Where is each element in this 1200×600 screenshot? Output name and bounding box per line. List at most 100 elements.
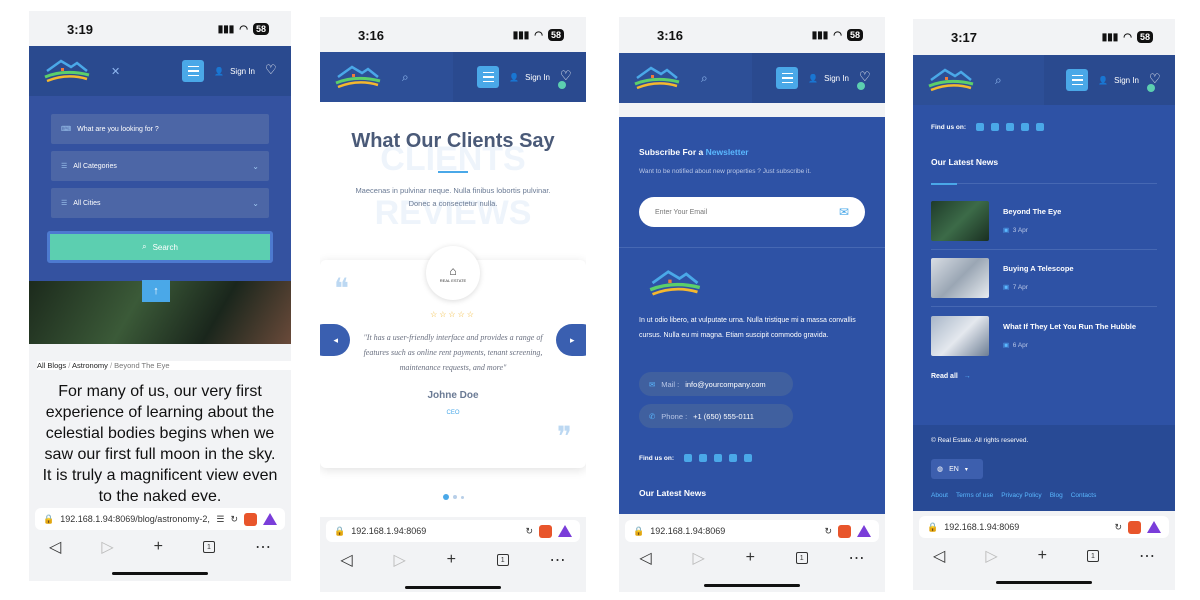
rewards-icon[interactable] <box>857 525 871 537</box>
envelope-icon[interactable]: ✉ <box>839 205 849 219</box>
signal-icon: ▮▮▮ <box>217 23 235 35</box>
youtube-icon[interactable] <box>1021 123 1030 131</box>
linkedin-icon[interactable] <box>744 454 753 462</box>
tabs-icon[interactable]: 1 <box>202 541 215 553</box>
reload-icon[interactable]: ↻ <box>1114 522 1122 533</box>
forward-icon[interactable]: ▷ <box>693 548 705 568</box>
instagram-icon[interactable] <box>714 454 723 462</box>
phone-contact[interactable]: ✆ Phone : +1 (650) 555-0111 <box>639 404 793 428</box>
address-bar[interactable]: 🔒 192.168.1.94:8069 ↻ <box>625 520 879 542</box>
forward-icon[interactable]: ▷ <box>101 537 113 557</box>
new-tab-icon[interactable]: + <box>746 549 755 567</box>
footer-logo <box>639 265 711 306</box>
news-item[interactable]: What If They Let You Run The Hubble ▣ 6 … <box>931 316 1157 356</box>
brave-shield-icon[interactable] <box>539 524 552 538</box>
search-icon[interactable]: ⌕ <box>402 70 409 85</box>
wishlist-heart-icon[interactable]: ♡ <box>265 63 281 79</box>
footer-link[interactable]: Blog <box>1050 492 1063 499</box>
close-icon[interactable]: ✕ <box>111 65 120 78</box>
footer-link[interactable]: Contacts <box>1071 492 1097 499</box>
reload-icon[interactable]: ↻ <box>230 514 238 525</box>
url-text: 192.168.1.94:8069/blog/astronomy-2, <box>60 514 210 524</box>
email-input[interactable]: Enter Your Email ✉ <box>639 197 865 227</box>
more-icon[interactable]: ⋯ <box>550 550 566 570</box>
wifi-icon: ◠ <box>534 29 543 41</box>
categories-select[interactable]: ☰ All Categories ⌄ <box>51 151 269 181</box>
sign-in-link[interactable]: 👤 Sign In <box>214 67 255 76</box>
forward-icon[interactable]: ▷ <box>394 550 406 570</box>
carousel-dot[interactable] <box>460 495 464 499</box>
wishlist-heart-icon[interactable]: ♡ <box>857 70 875 90</box>
reader-icon[interactable]: ☰ <box>216 514 224 525</box>
site-logo[interactable] <box>41 55 93 87</box>
linkedin-icon[interactable] <box>1036 123 1045 131</box>
more-icon[interactable]: ⋯ <box>849 548 865 568</box>
new-tab-icon[interactable]: + <box>447 551 456 569</box>
menu-button[interactable] <box>477 66 500 88</box>
search-icon[interactable]: ⌕ <box>701 71 708 86</box>
menu-button[interactable] <box>1066 69 1089 91</box>
site-logo[interactable] <box>332 61 384 93</box>
site-logo[interactable] <box>925 64 977 96</box>
back-icon[interactable]: ◁ <box>639 548 651 568</box>
more-icon[interactable]: ⋯ <box>1139 546 1155 566</box>
rewards-icon[interactable] <box>558 525 572 537</box>
language-select[interactable]: ◍ EN ▾ <box>931 459 983 479</box>
footer-link[interactable]: Privacy Policy <box>1001 492 1041 499</box>
tabs-icon[interactable]: 1 <box>795 552 808 564</box>
new-tab-icon[interactable]: + <box>154 538 163 556</box>
back-icon[interactable]: ◁ <box>49 537 61 557</box>
sign-in-link[interactable]: 👤 Sign In <box>509 73 550 82</box>
forward-icon[interactable]: ▷ <box>985 546 997 566</box>
brave-shield-icon[interactable] <box>244 512 257 526</box>
rewards-icon[interactable] <box>1147 521 1161 533</box>
mail-contact[interactable]: ✉ Mail : info@yourcompany.com <box>639 372 793 396</box>
brave-shield-icon[interactable] <box>1128 520 1141 534</box>
brave-shield-icon[interactable] <box>838 524 851 538</box>
browser-nav: ◁ ▷ + 1 ⋯ <box>29 532 291 562</box>
carousel-next-button[interactable]: ▸ <box>556 324 586 356</box>
reload-icon[interactable]: ↻ <box>525 526 533 537</box>
menu-button[interactable] <box>776 67 799 89</box>
sign-in-link[interactable]: 👤 Sign In <box>1098 76 1139 85</box>
search-input[interactable]: ⌨ What are you looking for ? <box>51 114 269 144</box>
search-button[interactable]: ⌕ Search <box>47 231 273 263</box>
tabs-icon[interactable]: 1 <box>1086 550 1099 562</box>
breadcrumb-item[interactable]: Astronomy <box>72 361 108 370</box>
footer-link[interactable]: Terms of use <box>956 492 993 499</box>
new-tab-icon[interactable]: + <box>1038 547 1047 565</box>
read-all-link[interactable]: Read all → <box>931 373 971 380</box>
address-bar[interactable]: 🔒 192.168.1.94:8069 ↻ <box>919 516 1169 538</box>
rewards-icon[interactable] <box>263 513 277 525</box>
wishlist-heart-icon[interactable]: ♡ <box>558 69 576 89</box>
news-item[interactable]: Buying A Telescope ▣ 7 Apr <box>931 258 1157 298</box>
reload-icon[interactable]: ↻ <box>824 526 832 537</box>
testimonial-quote: "It has a user-friendly interface and pr… <box>363 333 543 372</box>
footer-link[interactable]: About <box>931 492 948 499</box>
search-icon[interactable]: ⌕ <box>995 73 1002 88</box>
back-icon[interactable]: ◁ <box>340 550 352 570</box>
more-icon[interactable]: ⋯ <box>255 537 271 557</box>
back-icon[interactable]: ◁ <box>933 546 945 566</box>
url-text: 192.168.1.94:8069 <box>351 526 427 536</box>
cities-select[interactable]: ☰ All Cities ⌄ <box>51 188 269 218</box>
news-item[interactable]: Beyond The Eye ▣ 3 Apr <box>931 201 1157 241</box>
instagram-icon[interactable] <box>1006 123 1015 131</box>
site-header: ⌕ 👤 Sign In ♡ <box>619 53 885 103</box>
twitter-icon[interactable] <box>699 454 708 462</box>
wishlist-heart-icon[interactable]: ♡ <box>1147 72 1165 92</box>
scroll-top-button[interactable]: ↑ <box>142 280 170 302</box>
breadcrumb-item[interactable]: All Blogs <box>37 361 66 370</box>
site-logo[interactable] <box>631 62 683 94</box>
sign-in-link[interactable]: 👤 Sign In <box>808 74 849 83</box>
twitter-icon[interactable] <box>991 123 1000 131</box>
tabs-icon[interactable]: 1 <box>496 554 509 566</box>
menu-button[interactable] <box>182 60 205 82</box>
carousel-dot-active[interactable] <box>442 494 449 500</box>
facebook-icon[interactable] <box>684 454 693 462</box>
address-bar[interactable]: 🔒 192.168.1.94:8069/blog/astronomy-2, ☰ … <box>35 508 285 530</box>
youtube-icon[interactable] <box>729 454 738 462</box>
address-bar[interactable]: 🔒 192.168.1.94:8069 ↻ <box>326 520 580 542</box>
carousel-dot[interactable] <box>452 495 457 499</box>
facebook-icon[interactable] <box>976 123 985 131</box>
